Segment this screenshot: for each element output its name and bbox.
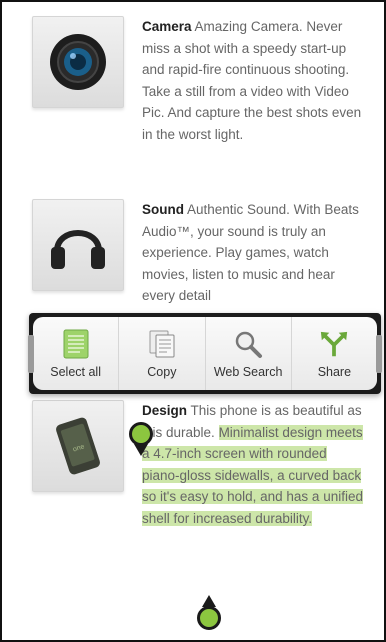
copy-icon	[147, 329, 177, 359]
share-label: Share	[317, 364, 352, 379]
feature-body: Authentic Sound. With Beats Audio™, your…	[142, 202, 359, 303]
feature-text: Design This phone is as beautiful as it …	[142, 400, 366, 529]
selection-end-handle[interactable]	[197, 606, 221, 630]
web-search-button[interactable]: Web Search	[206, 317, 292, 390]
copy-label: Copy	[147, 364, 177, 379]
select-all-label: Select all	[50, 364, 101, 379]
toolbar-grip-right	[376, 335, 382, 373]
feature-text: Camera Amazing Camera. Never miss a shot…	[142, 16, 366, 145]
feature-camera: Camera Amazing Camera. Never miss a shot…	[32, 16, 372, 145]
selection-start-handle[interactable]	[129, 422, 153, 446]
feature-title: Camera	[142, 19, 192, 34]
select-all-button[interactable]: Select all	[33, 317, 120, 390]
select-all-icon	[61, 329, 91, 359]
share-button[interactable]: Share	[292, 317, 377, 390]
design-thumbnail[interactable]: one	[32, 400, 124, 492]
camera-lens-icon	[50, 34, 106, 90]
share-icon	[319, 329, 349, 359]
feature-text: Sound Authentic Sound. With Beats Audio™…	[142, 199, 366, 307]
feature-sound: Sound Authentic Sound. With Beats Audio™…	[32, 199, 372, 307]
web-search-label: Web Search	[213, 364, 283, 379]
toolbar-grip-left	[28, 335, 34, 373]
feature-body: Amazing Camera. Never miss a shot with a…	[142, 19, 362, 142]
feature-title: Design	[142, 403, 188, 418]
camera-thumbnail[interactable]	[32, 16, 124, 108]
copy-button[interactable]: Copy	[119, 317, 206, 390]
feature-title: Sound	[142, 202, 184, 217]
text-selection-toolbar: Select all Copy Web Search Share	[28, 313, 382, 394]
screen: Camera Amazing Camera. Never miss a shot…	[0, 0, 386, 642]
magnifier-icon	[233, 329, 263, 359]
phone-icon: one	[56, 417, 100, 475]
headphones-icon	[51, 230, 105, 269]
toolbar-buttons: Select all Copy Web Search Share	[33, 317, 377, 390]
feature-design: one Design This phone is as beautiful as…	[32, 400, 372, 529]
sound-thumbnail[interactable]	[32, 199, 124, 291]
